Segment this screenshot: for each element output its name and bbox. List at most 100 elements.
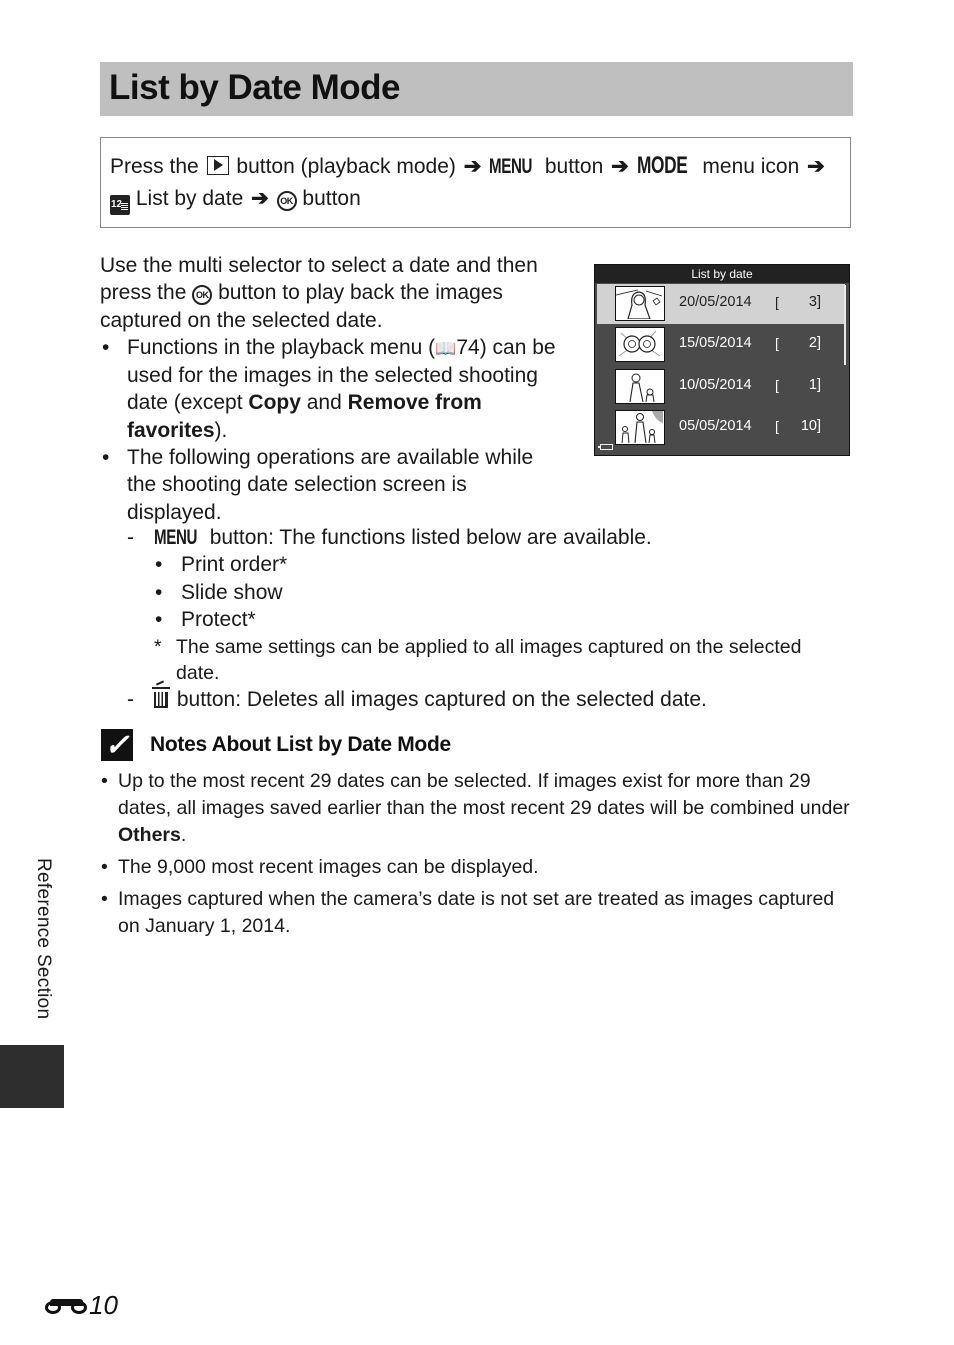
bullet-icon: • xyxy=(102,446,110,470)
nav-text: List by date xyxy=(135,187,244,210)
arrow-icon: ➔ xyxy=(807,155,825,178)
bullet-icon: • xyxy=(155,580,163,604)
function-item: • Print order* xyxy=(154,551,847,579)
row-date: 15/05/2014 xyxy=(679,335,752,351)
thumbnail-image xyxy=(615,410,665,445)
notes-heading: ✓ Notes About List by Date Mode xyxy=(101,728,451,762)
book-reference-icon[interactable]: 📖 xyxy=(435,339,456,358)
bullet-text: The following operations are available w… xyxy=(127,446,534,524)
count-value: 3 xyxy=(808,294,817,310)
dash-marker: - xyxy=(127,687,134,711)
bullet-icon: • xyxy=(155,553,163,577)
date-row[interactable]: 15/05/2014 [ 2] xyxy=(595,324,849,366)
ok-button-icon: OK xyxy=(276,191,297,211)
bullet-icon: • xyxy=(101,856,108,878)
note-text: . xyxy=(180,824,187,846)
page-title: List by Date Mode xyxy=(109,68,400,107)
page-number: 10 xyxy=(45,1290,118,1321)
playback-button-icon xyxy=(206,156,229,175)
footnote: * The same settings can be applied to al… xyxy=(127,634,847,686)
section-side-label: Reference Section xyxy=(33,858,54,1020)
notes-title: Notes About List by Date Mode xyxy=(150,733,451,756)
arrow-icon: ➔ xyxy=(463,155,482,178)
menu-button-icon: MENU xyxy=(489,155,533,178)
bracket: ] xyxy=(816,418,821,434)
bold-copy: Copy xyxy=(248,391,301,415)
page-number-value: 10 xyxy=(89,1290,118,1320)
intro-paragraph: Use the multi selector to select a date … xyxy=(100,252,560,334)
bullet-icon: • xyxy=(101,888,108,910)
note-text: Up to the most recent 29 dates can be se… xyxy=(118,770,850,819)
bold-others: Others xyxy=(118,824,181,846)
delete-operation: - button: Deletes all images captured on… xyxy=(127,686,847,713)
bracket: ] xyxy=(816,376,821,393)
row-count: 2] xyxy=(781,335,821,351)
scrollbar[interactable] xyxy=(844,285,846,365)
date-row[interactable]: 10/05/2014 [ 1] xyxy=(595,366,849,408)
row-count: 3] xyxy=(781,294,821,310)
row-count: 10] xyxy=(781,418,821,434)
section-tab-marker xyxy=(0,1045,64,1108)
count-value: 10 xyxy=(800,418,817,434)
footnote-text: The same settings can be applied to all … xyxy=(176,635,802,684)
thumbnail-image xyxy=(615,368,665,404)
checkmark-icon: ✓ xyxy=(101,729,133,762)
bracket: [ xyxy=(775,335,779,351)
note-text: Images captured when the camera’s date i… xyxy=(118,888,835,937)
camera-screen-header: List by date xyxy=(595,265,849,283)
function-label: Slide show xyxy=(181,580,283,604)
operation-text: button: Deletes all images captured on t… xyxy=(176,687,707,711)
list-by-date-icon: 12 xyxy=(110,195,130,215)
thumbnail-image xyxy=(615,286,665,321)
bullet-icon: • xyxy=(102,335,110,359)
battery-icon xyxy=(598,444,613,450)
bracket: [ xyxy=(775,418,779,434)
arrow-icon: ➔ xyxy=(251,187,269,210)
count-value: 2 xyxy=(808,335,817,351)
nav-text: button xyxy=(544,155,604,178)
row-count: 1] xyxy=(781,377,821,393)
bracket: ] xyxy=(816,294,821,310)
operation-text: button: The functions listed below are a… xyxy=(209,526,652,549)
bracket: [ xyxy=(775,294,779,310)
arrow-icon: ➔ xyxy=(611,155,629,178)
note-text: The 9,000 most recent images can be disp… xyxy=(118,856,539,878)
function-item: • Slide show xyxy=(154,579,847,607)
function-list: • Print order* • Slide show • Protect* xyxy=(127,551,847,634)
date-row-selected[interactable]: 20/05/2014 [ 3] xyxy=(597,284,845,324)
thumbnail-image xyxy=(615,327,665,362)
count-value: 1 xyxy=(808,376,817,393)
ok-button-icon: OK xyxy=(192,285,213,306)
notes-list: • Up to the most recent 29 dates can be s… xyxy=(101,768,853,945)
function-label: Print order* xyxy=(181,553,288,577)
bullet-text: ). xyxy=(214,418,228,442)
nav-text: button (playback mode) xyxy=(236,155,456,178)
main-body: Use the multi selector to select a date … xyxy=(100,252,560,526)
date-row[interactable]: 05/05/2014 [ 10] xyxy=(595,407,849,449)
bracket: [ xyxy=(775,376,779,393)
mode-menu-icon: MODE xyxy=(636,152,688,179)
bullet-operations: • The following operations are available… xyxy=(100,444,560,526)
bullet-playback-functions: • Functions in the playback menu (📖74) c… xyxy=(100,334,560,444)
function-item: • Protect* xyxy=(154,606,847,634)
row-date: 05/05/2014 xyxy=(679,418,752,434)
bullet-icon: • xyxy=(101,770,108,792)
bracket: ] xyxy=(816,335,821,351)
operations-list: - MENU button: The functions listed belo… xyxy=(127,524,847,713)
dash-marker: - xyxy=(127,526,134,549)
nav-text: Press the xyxy=(110,155,199,178)
reference-section-icon xyxy=(45,1296,87,1316)
trash-icon xyxy=(152,686,170,708)
asterisk-marker: * xyxy=(154,635,162,658)
menu-button-icon: MENU xyxy=(154,526,198,549)
bullet-text: and xyxy=(300,391,348,415)
function-label: Protect* xyxy=(181,608,256,632)
navigation-instructions: Press the button (playback mode) ➔ MENU … xyxy=(100,137,851,228)
bullet-text: Functions in the playback menu ( xyxy=(127,335,436,359)
row-date: 20/05/2014 xyxy=(679,294,752,310)
bullet-icon: • xyxy=(155,608,163,632)
note-item: • Up to the most recent 29 dates can be s… xyxy=(101,768,853,849)
nav-text: menu icon xyxy=(702,155,800,178)
row-date: 10/05/2014 xyxy=(679,376,752,393)
menu-operation: - MENU button: The functions listed belo… xyxy=(127,524,847,551)
